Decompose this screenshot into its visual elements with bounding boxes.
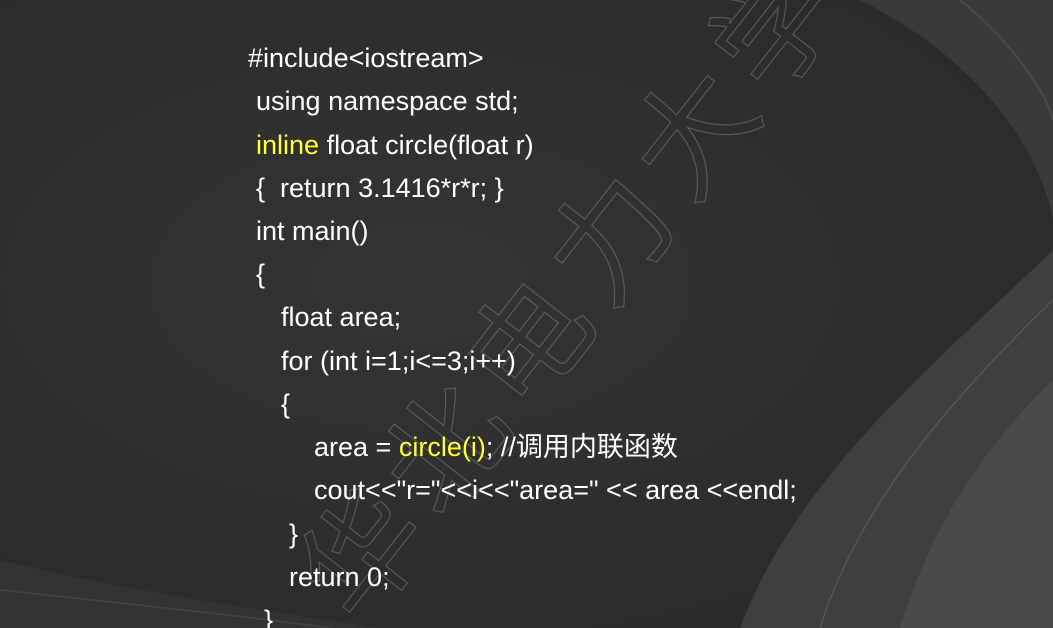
code-line-13: return 0; [244,529,390,592]
code-line-12: } [244,486,298,549]
code-line-9: { [236,356,290,419]
code-line-8-text: for (int i=1;i<=3;i++) [281,346,516,376]
code-line-2: using namespace std; [211,53,519,116]
code-line-3: inline float circle(float r) [211,97,534,160]
code-line-10: area = circle(i); //调用内联函数 [269,399,678,462]
code-line-14-text: } [264,605,274,628]
code-line-11-text: cout<<"r="<<i<<"area=" << area <<endl; [314,475,797,505]
code-line-1: #include<iostream> [203,10,484,73]
code-line-5: int main() [211,183,369,246]
code-line-11: cout<<"r="<<i<<"area=" << area <<endl; [269,442,797,505]
code-line-4: { return 3.1416*r*r; } [211,140,504,203]
slide: 华北电力大学 #include<iostream> using namespac… [0,0,1053,628]
code-line-8: for (int i=1;i<=3;i++) [236,313,516,376]
code-block: #include<iostream> using namespace std; … [0,0,1053,628]
code-line-14: } [219,572,273,628]
code-line-7: float area; [236,269,401,332]
code-line-5-text: int main() [256,216,369,246]
code-line-6: { [211,226,265,289]
code-line-13-text: return 0; [289,562,390,592]
